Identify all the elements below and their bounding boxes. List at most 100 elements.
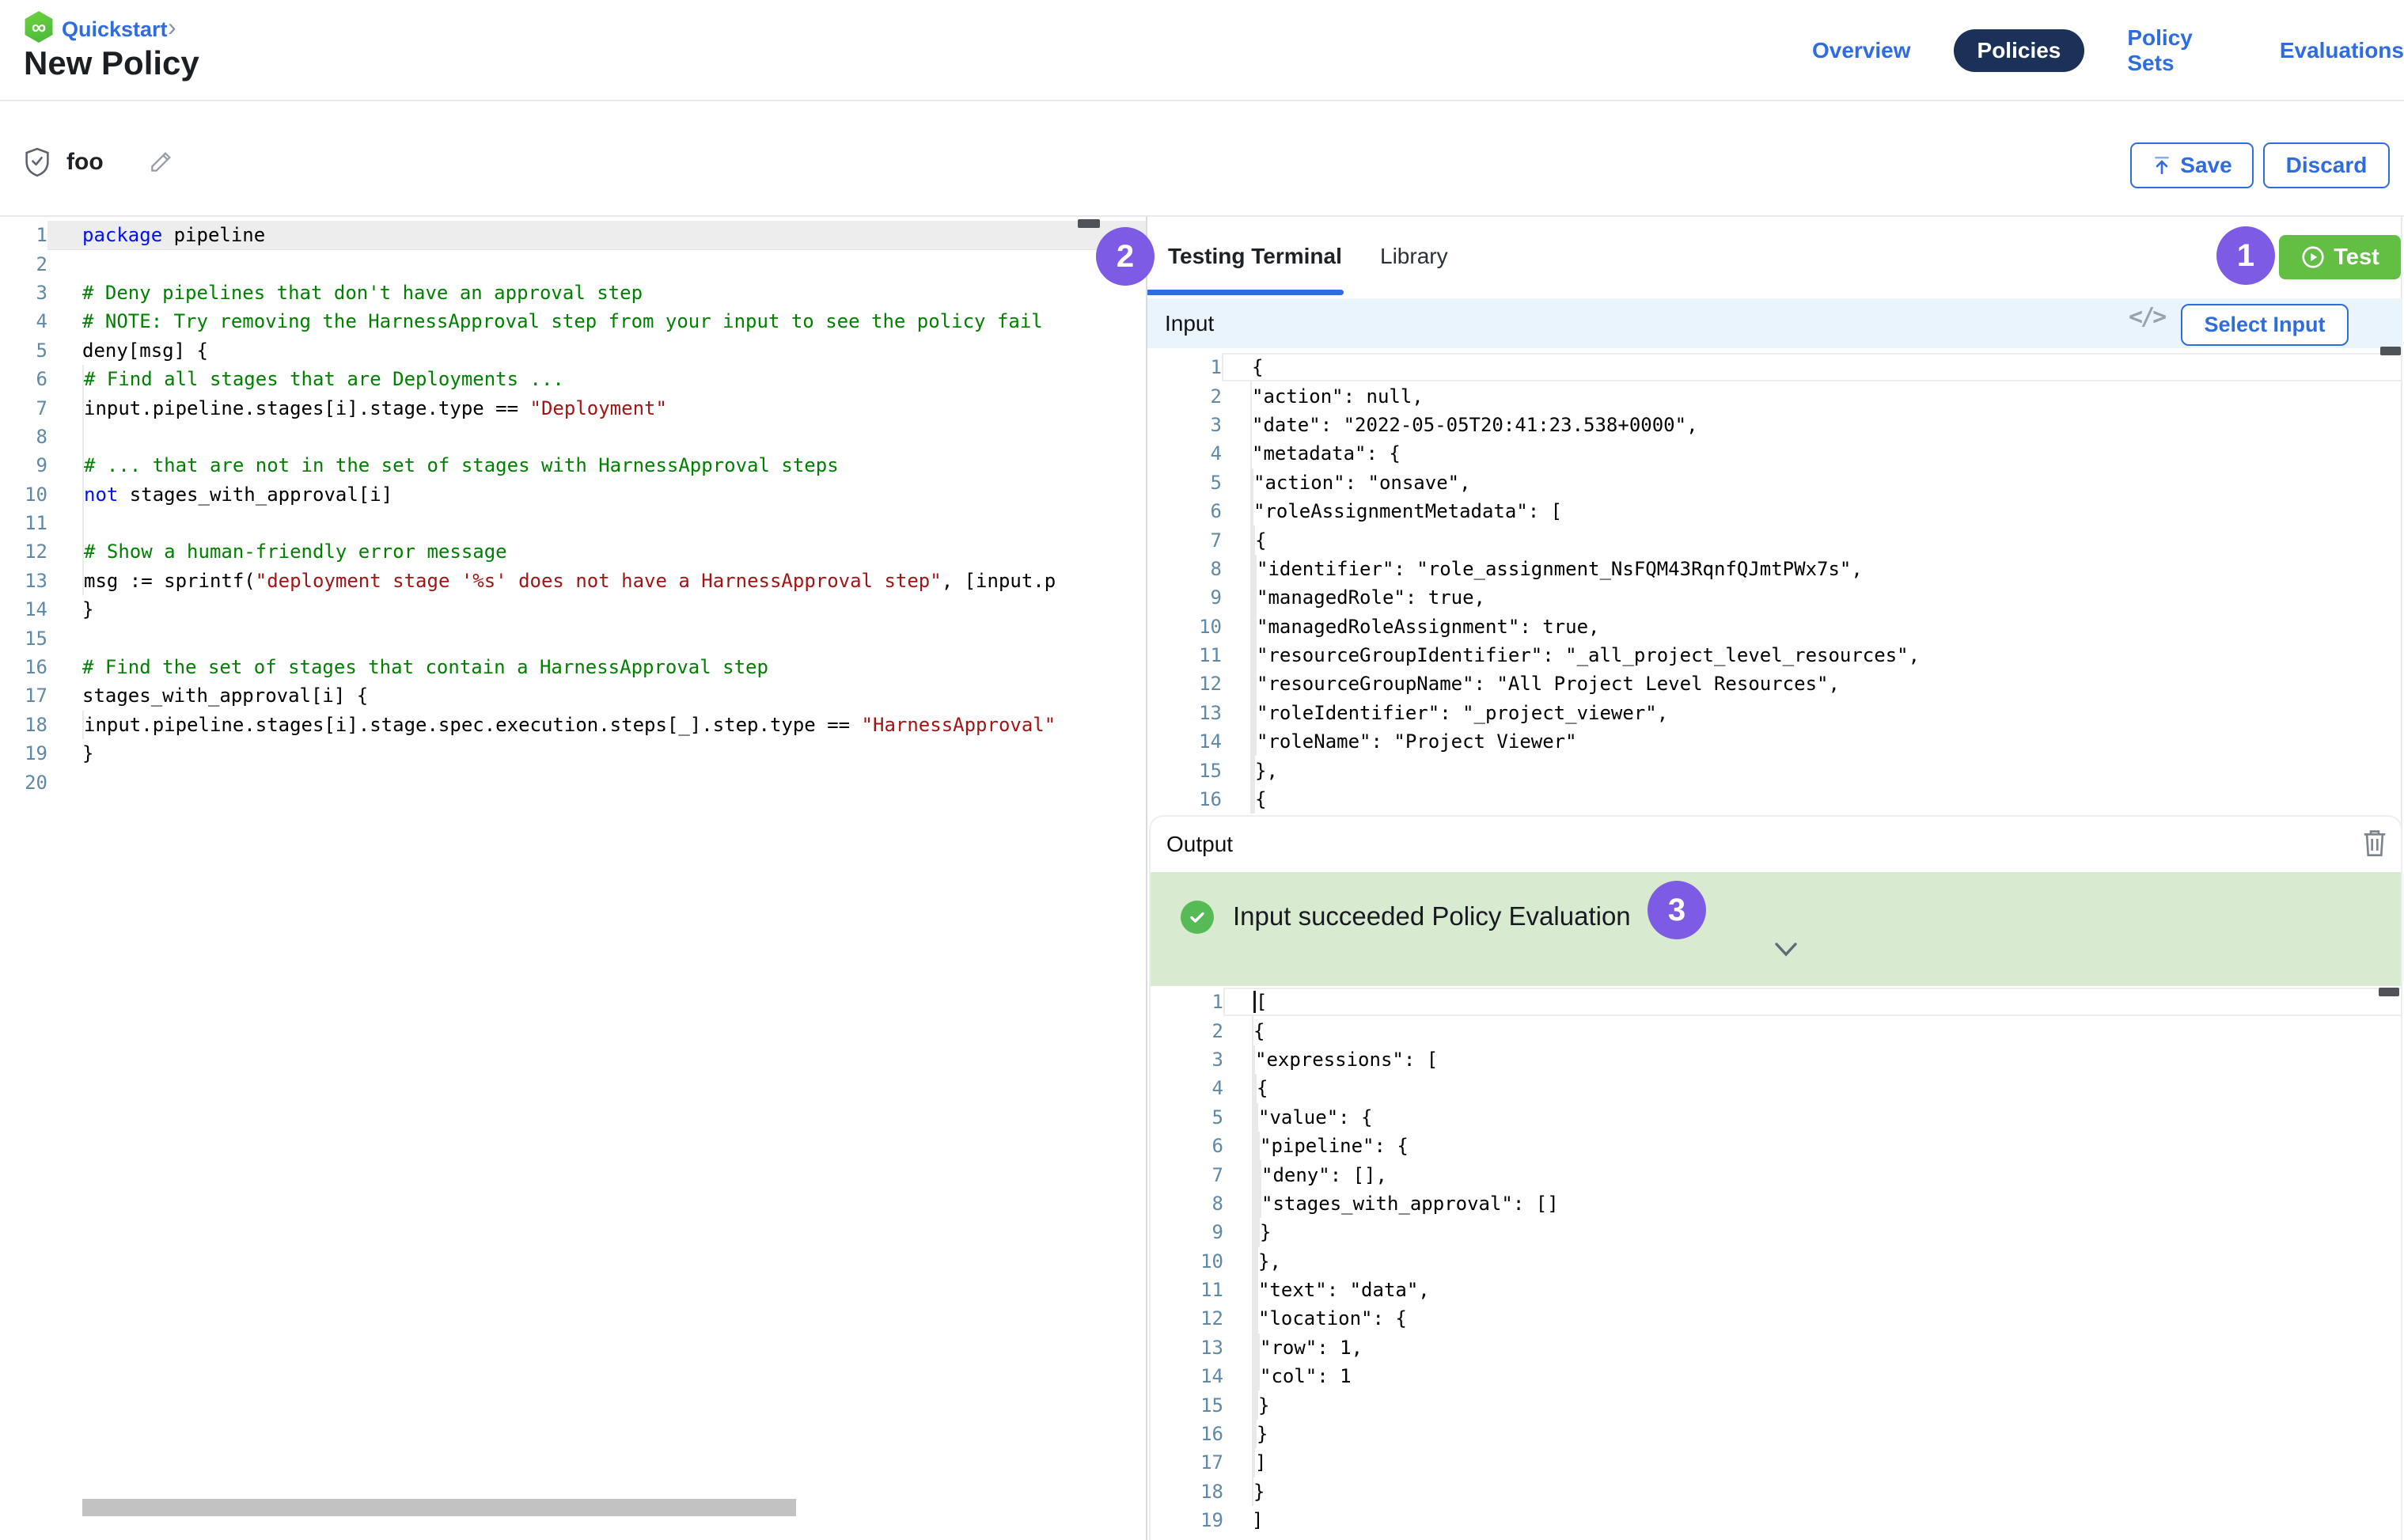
line-number: 5	[0, 339, 47, 362]
code-line: 5 "value": {	[1151, 1103, 2402, 1132]
edit-pencil-icon[interactable]	[148, 150, 173, 175]
output-label: Output	[1166, 832, 1233, 857]
trash-icon[interactable]	[2361, 828, 2388, 858]
code-line: 12 "location": {	[1151, 1304, 2402, 1333]
input-label: Input	[1165, 311, 1214, 336]
line-number: 5	[1151, 1106, 1223, 1128]
code-line: 2	[0, 249, 1146, 278]
code-line: 1[	[1151, 988, 2402, 1016]
line-number: 12	[1151, 1307, 1223, 1329]
line-number: 12	[1147, 673, 1222, 695]
chevron-down-icon[interactable]	[1770, 940, 1802, 959]
horizontal-scrollbar-thumb[interactable]	[82, 1499, 796, 1516]
tab-library[interactable]: Library	[1380, 244, 1448, 269]
line-number: 4	[0, 310, 47, 332]
code-line: 19}	[0, 739, 1146, 768]
line-number: 8	[1147, 558, 1222, 580]
line-number: 16	[1151, 1423, 1223, 1445]
input-json-editor[interactable]: 1{2 "action": null,3 "date": "2022-05-05…	[1147, 353, 2402, 815]
line-number: 18	[1151, 1481, 1223, 1503]
code-line: 17stages_with_approval[i] {	[0, 681, 1146, 710]
code-line: 8 "identifier": "role_assignment_NsFQM43…	[1147, 555, 2402, 583]
code-line: 14}	[0, 595, 1146, 624]
line-number: 19	[1151, 1509, 1223, 1531]
policy-editor-scroll-marker[interactable]	[1078, 219, 1100, 228]
line-number: 19	[0, 742, 47, 764]
code-line: 6 # Find all stages that are Deployments…	[0, 365, 1146, 393]
code-line: 9 "managedRole": true,	[1147, 583, 2402, 612]
output-editor-scroll-marker[interactable]	[2379, 988, 2399, 996]
code-line: 13 "roleIdentifier": "_project_viewer",	[1147, 699, 2402, 727]
line-number: 6	[1147, 500, 1222, 522]
annotation-badge-1: 1	[2216, 226, 2275, 285]
code-line: 10 },	[1151, 1247, 2402, 1276]
line-number: 4	[1151, 1077, 1223, 1099]
line-number: 5	[1147, 472, 1222, 494]
line-number: 3	[1151, 1049, 1223, 1071]
tab-testing-terminal[interactable]: Testing Terminal	[1168, 244, 1342, 269]
line-number: 2	[1147, 385, 1222, 408]
line-number: 7	[1147, 529, 1222, 552]
line-number: 17	[0, 685, 47, 707]
code-line: 5deny[msg] {	[0, 336, 1146, 365]
code-line: 9 }	[1151, 1218, 2402, 1246]
line-number: 20	[0, 772, 47, 794]
code-line: 3# Deny pipelines that don't have an app…	[0, 279, 1146, 307]
code-line: 10 "managedRoleAssignment": true,	[1147, 613, 2402, 641]
line-number: 10	[1151, 1250, 1223, 1273]
code-line: 15 }	[1151, 1390, 2402, 1419]
line-number: 15	[1151, 1394, 1223, 1417]
line-number: 2	[1151, 1020, 1223, 1042]
code-line: 8	[0, 423, 1146, 451]
code-line: 15	[0, 624, 1146, 652]
code-brackets-icon[interactable]: </>	[2129, 303, 2164, 331]
tab-policy-sets[interactable]: Policy Sets	[2127, 25, 2236, 76]
output-json-editor[interactable]: 1[2 {3 "expressions": [4 {5 "value": {6 …	[1151, 988, 2402, 1537]
shield-check-icon	[24, 147, 51, 177]
code-line: 2 "action": null,	[1147, 381, 2402, 410]
code-line: 12 "resourceGroupName": "All Project Lev…	[1147, 669, 2402, 698]
evaluation-success-banner[interactable]: Input succeeded Policy Evaluation	[1151, 872, 2401, 986]
line-number: 6	[1151, 1135, 1223, 1157]
code-line: 4 "metadata": {	[1147, 439, 2402, 468]
main-top-divider	[0, 215, 2404, 217]
line-number: 13	[1151, 1337, 1223, 1359]
test-button[interactable]: Test	[2279, 235, 2401, 279]
page-title: New Policy	[24, 44, 199, 82]
save-label: Save	[2180, 153, 2231, 178]
line-number: 18	[0, 714, 47, 736]
code-line: 18 input.pipeline.stages[i].stage.spec.e…	[0, 711, 1146, 739]
top-nav-tabs: Overview Policies Policy Sets Evaluation…	[1812, 28, 2404, 73]
code-line: 3 "expressions": [	[1151, 1045, 2402, 1074]
code-line: 5 "action": "onsave",	[1147, 468, 2402, 497]
banner-message: Input succeeded Policy Evaluation	[1233, 901, 1631, 931]
input-editor-scroll-marker[interactable]	[2380, 347, 2401, 355]
line-number: 15	[1147, 760, 1222, 782]
line-number: 10	[0, 484, 47, 506]
line-number: 14	[1147, 730, 1222, 753]
tab-overview[interactable]: Overview	[1812, 38, 1911, 63]
line-number: 16	[0, 656, 47, 678]
rego-policy-editor[interactable]: 1package pipeline23# Deny pipelines that…	[0, 221, 1146, 1479]
tab-evaluations[interactable]: Evaluations	[2280, 38, 2404, 63]
code-line: 7 {	[1147, 525, 2402, 554]
code-line: 16# Find the set of stages that contain …	[0, 653, 1146, 681]
line-number: 8	[0, 426, 47, 448]
line-number: 11	[1151, 1279, 1223, 1301]
input-section-header: Input </> Select Input	[1147, 298, 2402, 348]
line-number: 8	[1151, 1193, 1223, 1215]
line-number: 6	[0, 368, 47, 390]
code-line: 1package pipeline	[0, 221, 1146, 249]
tab-policies[interactable]: Policies	[1954, 29, 2085, 72]
line-number: 3	[0, 282, 47, 304]
discard-button[interactable]: Discard	[2263, 142, 2390, 188]
code-line: 17 ]	[1151, 1448, 2402, 1477]
save-button[interactable]: Save	[2130, 142, 2254, 188]
line-number: 7	[1151, 1164, 1223, 1186]
code-line: 2 {	[1151, 1016, 2402, 1045]
breadcrumb-project-link[interactable]: Quickstart	[62, 17, 168, 42]
code-line: 19]	[1151, 1506, 2402, 1534]
select-input-button[interactable]: Select Input	[2181, 304, 2349, 346]
code-line: 12 # Show a human-friendly error message	[0, 537, 1146, 566]
line-number: 7	[0, 397, 47, 419]
